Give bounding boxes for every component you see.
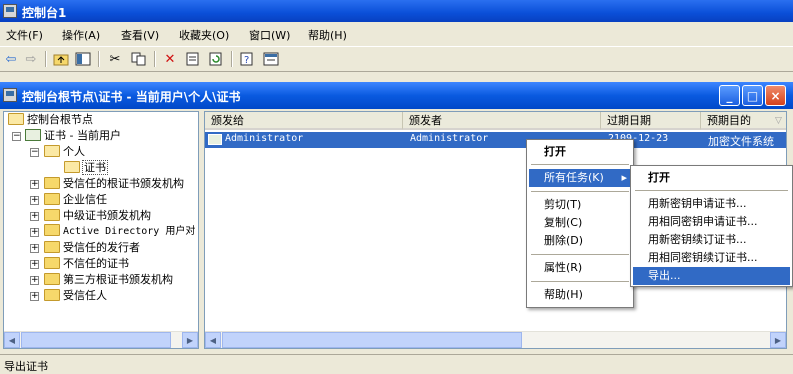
cell-purpose: 加密文件系统 bbox=[708, 135, 774, 148]
expand-icon[interactable]: + bbox=[30, 228, 39, 237]
folder-icon bbox=[44, 289, 60, 301]
scroll-left-icon[interactable]: ◀ bbox=[4, 332, 20, 348]
list-hscrollbar[interactable]: ◀ ▶ bbox=[205, 331, 786, 348]
submenu-item-renew-new-key[interactable]: 用新密钥续订证书... bbox=[633, 231, 790, 249]
tree-folder[interactable]: 中级证书颁发机构 bbox=[44, 208, 151, 224]
submenu-item-renew-same-key[interactable]: 用相同密钥续订证书... bbox=[633, 249, 790, 267]
menu-help[interactable]: 帮助(H) bbox=[308, 27, 347, 43]
minimize-button[interactable]: _ bbox=[719, 85, 740, 106]
tree-folder[interactable]: 受信任人 bbox=[44, 288, 107, 304]
menu-item-properties[interactable]: 属性(R) bbox=[529, 259, 631, 277]
refresh-icon[interactable] bbox=[207, 50, 225, 68]
menu-file[interactable]: 文件(F) bbox=[6, 27, 43, 43]
all-tasks-submenu: 打开 用新密钥申请证书... 用相同密钥申请证书... 用新密钥续订证书... … bbox=[630, 165, 793, 287]
expand-icon[interactable]: + bbox=[30, 196, 39, 205]
folder-open-icon bbox=[8, 113, 24, 125]
svg-text:?: ? bbox=[244, 55, 249, 66]
folder-icon bbox=[44, 177, 60, 189]
status-text: 导出证书 bbox=[4, 360, 48, 373]
scroll-right-icon[interactable]: ▶ bbox=[182, 332, 198, 348]
menu-favorites[interactable]: 收藏夹(O) bbox=[179, 27, 229, 43]
folder-icon bbox=[44, 224, 60, 236]
cell-issued-by: Administrator bbox=[410, 133, 489, 144]
copy-icon[interactable] bbox=[130, 50, 148, 68]
folder-icon bbox=[44, 273, 60, 285]
tree-folder[interactable]: 企业信任 bbox=[44, 192, 107, 208]
tree-certificate-store[interactable]: 证书 - 当前用户 bbox=[25, 128, 121, 144]
expand-icon[interactable]: + bbox=[30, 244, 39, 253]
tree-folder[interactable]: 受信任的发行者 bbox=[44, 240, 140, 256]
tree-personal[interactable]: 个人 bbox=[44, 144, 85, 160]
console-app-icon bbox=[3, 4, 17, 18]
tree-root[interactable]: 控制台根节点 bbox=[8, 112, 93, 128]
forward-icon[interactable]: ⇨ bbox=[22, 50, 40, 68]
expand-icon[interactable]: + bbox=[30, 292, 39, 301]
scroll-thumb[interactable] bbox=[222, 332, 522, 348]
certificate-icon bbox=[208, 134, 222, 145]
properties-icon[interactable] bbox=[184, 50, 202, 68]
column-header-issued-to[interactable]: 颁发给 bbox=[205, 112, 403, 130]
expand-icon[interactable]: + bbox=[30, 260, 39, 269]
folder-open-icon bbox=[44, 145, 60, 157]
collapse-icon[interactable]: − bbox=[12, 132, 21, 141]
submenu-item-export[interactable]: 导出... bbox=[633, 267, 790, 285]
menu-window[interactable]: 窗口(W) bbox=[249, 27, 290, 43]
tree-hscrollbar[interactable]: ◀ ▶ bbox=[4, 331, 198, 348]
expand-icon[interactable]: + bbox=[30, 212, 39, 221]
column-header-issued-by[interactable]: 颁发者 bbox=[403, 112, 601, 130]
help-icon[interactable]: ? bbox=[238, 50, 256, 68]
submenu-arrow-icon: ▸ bbox=[621, 171, 627, 184]
maximize-button[interactable]: □ bbox=[742, 85, 763, 106]
tree-certificates[interactable]: 证书 bbox=[64, 160, 108, 176]
scroll-left-icon[interactable]: ◀ bbox=[205, 332, 221, 348]
table-row[interactable]: Administrator Administrator 2109-12-23 加… bbox=[205, 132, 786, 148]
menu-item-all-tasks[interactable]: 所有任务(K) ▸ bbox=[529, 169, 631, 187]
tree-folder[interactable]: 不信任的证书 bbox=[44, 256, 129, 272]
tree-folder[interactable]: 第三方根证书颁发机构 bbox=[44, 272, 173, 288]
submenu-item-open[interactable]: 打开 bbox=[633, 169, 790, 187]
cut-icon[interactable]: ✂ bbox=[106, 50, 124, 68]
collapse-icon[interactable]: − bbox=[30, 148, 39, 157]
tree-pane: 控制台根节点 − 证书 - 当前用户 − 个人 证书 + 受信任的根证书颁发机构… bbox=[3, 111, 199, 349]
close-button[interactable]: × bbox=[765, 85, 786, 106]
submenu-item-request-new-key[interactable]: 用新密钥申请证书... bbox=[633, 195, 790, 213]
tree-folder[interactable]: 受信任的根证书颁发机构 bbox=[44, 176, 184, 192]
back-icon[interactable]: ⇦ bbox=[2, 50, 20, 68]
scroll-thumb[interactable] bbox=[21, 332, 171, 348]
console-window-icon bbox=[3, 88, 17, 102]
column-header-expiration[interactable]: 过期日期 bbox=[601, 112, 701, 130]
menu-item-delete[interactable]: 删除(D) bbox=[529, 232, 631, 250]
console-window-title: 控制台根节点\证书 - 当前用户\个人\证书 bbox=[22, 90, 241, 104]
app-title: 控制台1 bbox=[22, 6, 67, 20]
certificate-snapin-icon bbox=[25, 129, 41, 141]
folder-icon bbox=[44, 209, 60, 221]
export-list-icon[interactable] bbox=[262, 50, 280, 68]
menu-action[interactable]: 操作(A) bbox=[62, 27, 100, 43]
sort-arrow-icon: ▽ bbox=[775, 116, 782, 126]
expand-icon[interactable]: + bbox=[30, 276, 39, 285]
toolbar: ⇦ ⇨ ✂ ✕ ? bbox=[0, 46, 793, 72]
folder-icon bbox=[44, 241, 60, 253]
scroll-right-icon[interactable]: ▶ bbox=[770, 332, 786, 348]
show-tree-icon[interactable] bbox=[74, 50, 92, 68]
folder-icon bbox=[44, 193, 60, 205]
delete-icon[interactable]: ✕ bbox=[161, 50, 179, 68]
menu-item-copy[interactable]: 复制(C) bbox=[529, 214, 631, 232]
menubar: 文件(F) 操作(A) 查看(V) 收藏夹(O) 窗口(W) 帮助(H) bbox=[0, 24, 793, 44]
context-menu: 打开 所有任务(K) ▸ 剪切(T) 复制(C) 删除(D) 属性(R) 帮助(… bbox=[526, 139, 634, 308]
tree-folder[interactable]: Active Directory 用户对 bbox=[44, 224, 195, 240]
folder-open-icon bbox=[64, 161, 80, 173]
submenu-item-request-same-key[interactable]: 用相同密钥申请证书... bbox=[633, 213, 790, 231]
folder-icon bbox=[44, 257, 60, 269]
expand-icon[interactable]: + bbox=[30, 180, 39, 189]
menu-item-cut[interactable]: 剪切(T) bbox=[529, 196, 631, 214]
status-bar: 导出证书 bbox=[0, 354, 793, 374]
cell-issued-to: Administrator bbox=[225, 133, 304, 144]
up-folder-icon[interactable] bbox=[52, 50, 70, 68]
console-window-title-bar[interactable]: 控制台根节点\证书 - 当前用户\个人\证书 _ □ × bbox=[0, 82, 793, 109]
menu-item-open[interactable]: 打开 bbox=[529, 143, 631, 161]
menu-view[interactable]: 查看(V) bbox=[121, 27, 159, 43]
menu-item-help[interactable]: 帮助(H) bbox=[529, 286, 631, 304]
app-title-bar[interactable]: 控制台1 bbox=[0, 0, 793, 22]
